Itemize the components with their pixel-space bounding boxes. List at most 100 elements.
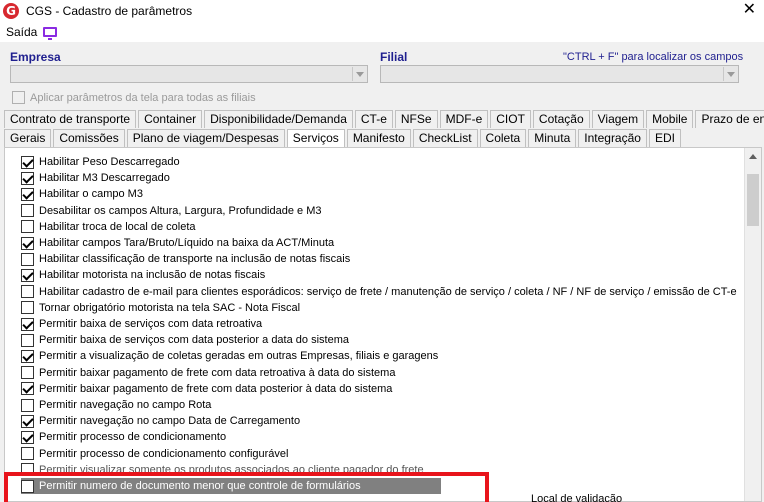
option-row[interactable]: Permitir baixa de serviços com data post…	[21, 332, 349, 348]
scroll-up-icon[interactable]	[749, 154, 757, 159]
apply-all-label: Aplicar parâmetros da tela para todas as…	[30, 91, 256, 104]
option-row[interactable]: Habilitar motorista na inclusão de notas…	[21, 267, 265, 283]
option-checkbox[interactable]	[21, 349, 34, 363]
option-label: Habilitar classificação de transporte na…	[39, 253, 351, 266]
title-bar: G CGS - Cadastro de parâmetros ✕	[0, 0, 764, 22]
option-label: Habilitar M3 Descarregado	[39, 172, 170, 185]
option-checkbox[interactable]	[21, 171, 34, 185]
option-label: Permitir baixar pagamento de frete com d…	[39, 366, 396, 379]
option-label: Permitir a visualização de coletas gerad…	[39, 350, 439, 363]
monitor-icon[interactable]	[43, 27, 58, 40]
option-checkbox[interactable]	[21, 398, 34, 412]
option-row[interactable]: Permitir baixar pagamento de frete com d…	[21, 365, 395, 381]
tab-viagem[interactable]: Viagem	[591, 110, 645, 128]
option-row[interactable]: Habilitar o campo M3	[21, 186, 143, 202]
option-row[interactable]: Habilitar classificação de transporte na…	[21, 251, 350, 267]
tab-comissoes[interactable]: Comissões	[53, 129, 125, 147]
option-checkbox[interactable]	[21, 333, 34, 347]
option-row[interactable]: Habilitar troca de local de coleta	[21, 219, 196, 235]
option-label: Habilitar cadastro de e-mail para client…	[39, 285, 737, 298]
tab-disponibilidade-demanda[interactable]: Disponibilidade/Demanda	[204, 110, 353, 128]
highlight-box	[4, 472, 489, 502]
empresa-combo[interactable]	[10, 65, 368, 83]
option-label: Permitir navegação no campo Rota	[39, 399, 212, 411]
tab-gerais[interactable]: Gerais	[4, 129, 52, 147]
option-row[interactable]: Habilitar Peso Descarregado	[21, 154, 180, 170]
option-label: Permitir baixa de serviços com data post…	[39, 334, 349, 347]
chevron-down-icon[interactable]	[723, 67, 737, 81]
option-checkbox[interactable]	[21, 414, 34, 428]
option-row[interactable]: Permitir navegação no campo Data de Carr…	[21, 413, 300, 429]
option-label: Permitir baixar pagamento de frete com d…	[39, 382, 393, 395]
option-checkbox[interactable]	[21, 155, 34, 169]
option-checkbox[interactable]	[21, 301, 34, 315]
vertical-scrollbar[interactable]	[744, 148, 761, 501]
empresa-label: Empresa	[10, 50, 61, 64]
option-label: Habilitar motorista na inclusão de notas…	[39, 269, 266, 282]
option-row[interactable]: Permitir baixar pagamento de frete com d…	[21, 381, 392, 397]
tab-row-1: Contrato de transporte Container Disponibi…	[4, 110, 764, 128]
option-row[interactable]: Permitir a visualização de coletas gerad…	[21, 348, 438, 364]
close-icon[interactable]: ✕	[743, 2, 756, 18]
option-row[interactable]: Permitir processo de condicionamento	[21, 429, 226, 445]
option-checkbox[interactable]	[21, 430, 34, 444]
option-row[interactable]: Habilitar M3 Descarregado	[21, 170, 170, 186]
option-label: Permitir processo de condicionamento con…	[39, 447, 289, 460]
options-panel: Habilitar Peso Descarregado Habilitar M3 …	[4, 147, 762, 502]
option-checkbox[interactable]	[21, 447, 34, 461]
app-logo-icon: G	[3, 3, 19, 19]
option-checkbox[interactable]	[21, 252, 34, 266]
option-label: Habilitar troca de local de coleta	[39, 220, 196, 233]
menu-bar: Saída	[0, 22, 764, 42]
tab-mobile[interactable]: Mobile	[646, 110, 694, 128]
tab-mdf-e[interactable]: MDF-e	[439, 110, 489, 128]
tab-checklist[interactable]: CheckList	[412, 129, 478, 147]
option-row[interactable]: Permitir navegação no campo Rota	[21, 397, 211, 413]
tab-integracao[interactable]: Integração	[578, 129, 647, 147]
tab-ct-e[interactable]: CT-e	[354, 110, 393, 128]
option-row[interactable]: Habilitar cadastro de e-mail para client…	[21, 284, 737, 300]
filial-combo[interactable]	[380, 65, 739, 83]
option-row[interactable]: Habilitar campos Tara/Bruto/Líquido na b…	[21, 235, 334, 251]
tab-ciot[interactable]: CIOT	[490, 110, 531, 128]
tab-minuta[interactable]: Minuta	[528, 129, 577, 147]
option-row[interactable]: Desabilitar os campos Altura, Largura, P…	[21, 203, 322, 219]
option-row[interactable]: Permitir baixa de serviços com data retr…	[21, 316, 262, 332]
tab-plano-de-viagem-despesas[interactable]: Plano de viagem/Despesas	[126, 129, 285, 147]
tab-coleta[interactable]: Coleta	[479, 129, 527, 147]
tab-servicos[interactable]: Serviços	[286, 129, 345, 147]
tab-edi[interactable]: EDI	[648, 129, 681, 147]
option-checkbox[interactable]	[21, 268, 34, 282]
option-label: Tornar obrigatório motorista na tela SAC…	[39, 301, 301, 314]
tab-cotacao[interactable]: Cotação	[532, 110, 590, 128]
option-checkbox[interactable]	[21, 220, 34, 234]
option-checkbox[interactable]	[21, 317, 34, 331]
scroll-thumb[interactable]	[747, 174, 759, 226]
option-checkbox[interactable]	[21, 366, 34, 380]
chevron-down-icon[interactable]	[352, 67, 366, 81]
search-hint: "CTRL + F" para localizar os campos	[563, 51, 744, 63]
filial-label: Filial	[380, 50, 408, 64]
option-checkbox[interactable]	[21, 236, 34, 250]
option-row[interactable]: Tornar obrigatório motorista na tela SAC…	[21, 300, 300, 316]
tab-nfse[interactable]: NFSe	[394, 110, 438, 128]
apply-all-checkbox[interactable]	[12, 91, 25, 104]
option-checkbox[interactable]	[21, 204, 34, 218]
option-checkbox[interactable]	[21, 285, 34, 299]
tab-contrato-de-transporte[interactable]: Contrato de transporte	[4, 110, 137, 128]
tab-container[interactable]: Container	[138, 110, 203, 128]
option-row[interactable]: Permitir processo de condicionamento con…	[21, 446, 288, 462]
option-label: Permitir baixa de serviços com data retr…	[39, 318, 263, 330]
tab-row-2: Gerais Comissões Plano de viagem/Despesas S…	[4, 129, 683, 147]
local-validacao-label: Local de validação	[531, 493, 623, 502]
option-checkbox[interactable]	[21, 382, 34, 396]
menu-saida[interactable]: Saída	[6, 25, 37, 39]
tab-prazo-de-entrega[interactable]: Prazo de entrega	[695, 110, 764, 128]
option-checkbox[interactable]	[21, 187, 34, 201]
option-label: Habilitar campos Tara/Bruto/Líquido na b…	[39, 237, 335, 249]
option-label: Habilitar Peso Descarregado	[39, 156, 180, 168]
option-label: Permitir navegação no campo Data de Carr…	[39, 415, 301, 428]
window-title: CGS - Cadastro de parâmetros	[26, 4, 193, 18]
tab-manifesto[interactable]: Manifesto	[346, 129, 411, 147]
option-label: Habilitar o campo M3	[39, 188, 143, 201]
